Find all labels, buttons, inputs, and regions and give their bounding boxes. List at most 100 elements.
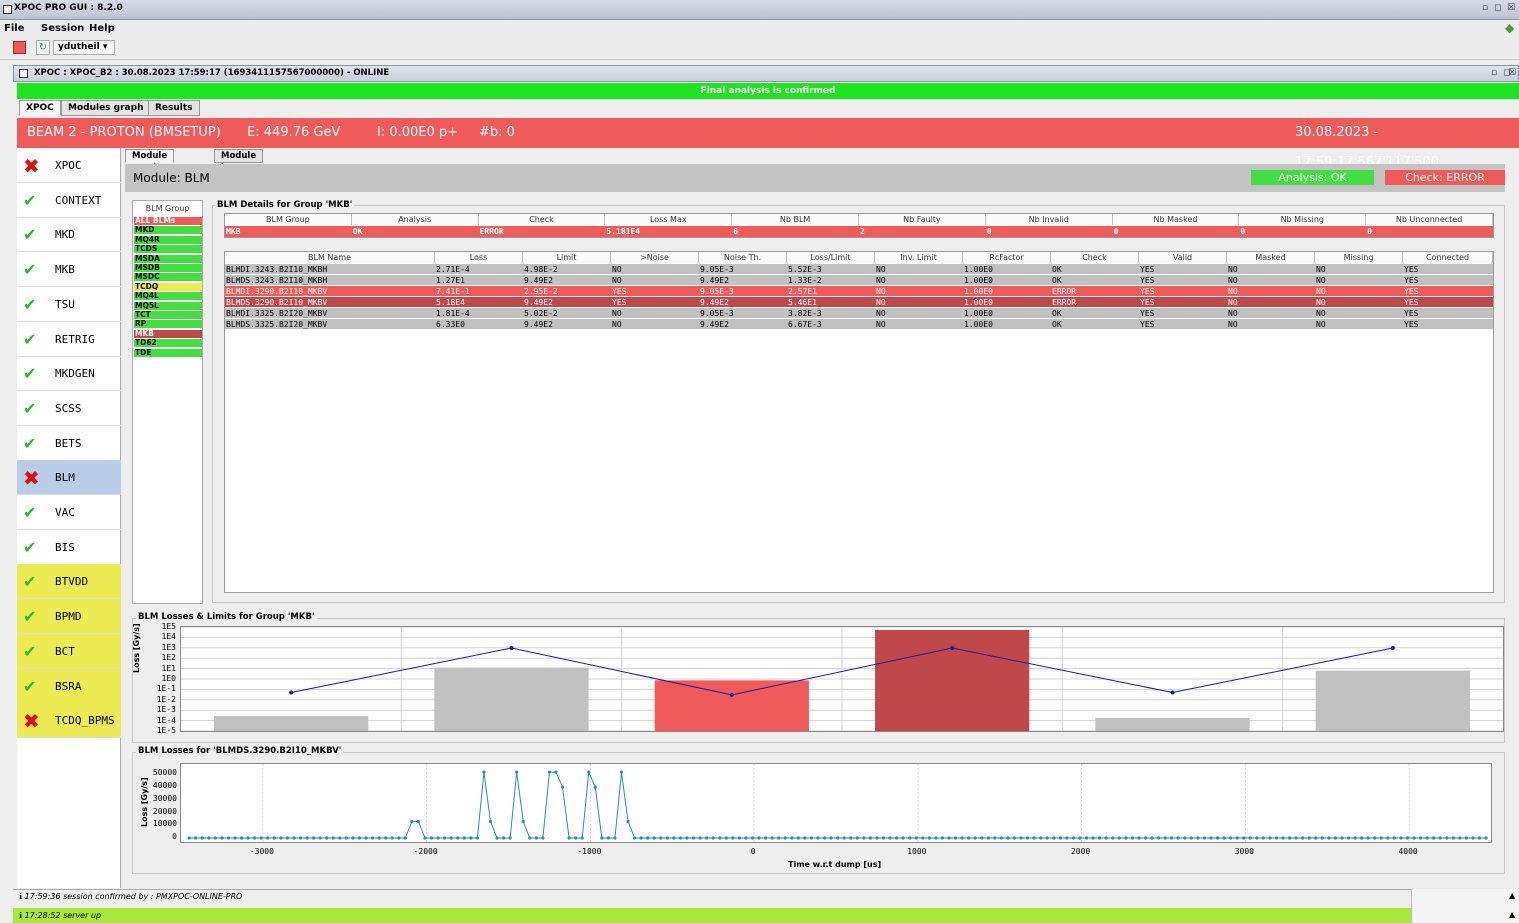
status-scrollbar[interactable]: ▲ ▲ xyxy=(1411,889,1519,923)
blm-group-item[interactable]: MSDC xyxy=(134,273,202,282)
refresh-icon[interactable]: ↻ xyxy=(36,40,50,55)
tab-module-log[interactable]: Module log xyxy=(214,149,264,173)
inner-close-icon[interactable]: ☒ xyxy=(1508,68,1516,78)
tab-results[interactable]: Results xyxy=(148,100,200,116)
sidebar-item-mkdgen[interactable]: ✔ MKDGEN xyxy=(17,356,121,392)
chart2-loss-point xyxy=(960,836,964,840)
user-dropdown[interactable]: ydutheil ▾ xyxy=(53,40,115,55)
maximize-icon[interactable]: ◻ xyxy=(1494,3,1501,13)
inner-restore-icon[interactable]: ▫ xyxy=(1491,68,1497,78)
blm-group-item[interactable]: TCDS xyxy=(134,245,202,254)
blm-column-header[interactable]: Loss/Limit xyxy=(787,252,875,263)
sidebar-item-mkb[interactable]: ✔ MKB xyxy=(17,252,121,288)
blm-group-item[interactable]: ALL BLMs xyxy=(134,217,202,225)
blm-table-cell: NO xyxy=(876,287,886,296)
summary-column-header[interactable]: Nb Unconnected xyxy=(1366,214,1493,225)
sidebar-item-bets[interactable]: ✔ BETS xyxy=(17,426,121,461)
blm-table-row[interactable]: BLMDS.3290.B2I10_MKBV 5.18E4 9.49E2 YES 9.49… xyxy=(225,297,1493,308)
chart2-loss-point xyxy=(855,836,859,840)
tab-modules-graph[interactable]: Modules graph xyxy=(61,100,151,116)
sidebar-item-blm[interactable]: ✖ BLM xyxy=(17,460,121,496)
chart1-bar[interactable] xyxy=(1315,670,1470,731)
chart1-bar[interactable] xyxy=(875,629,1030,731)
summary-column-header[interactable]: BLM Group xyxy=(225,214,352,225)
blm-column-header[interactable]: BLM Name xyxy=(225,252,435,263)
summary-column-header[interactable]: Analysis xyxy=(351,214,479,225)
power-icon[interactable] xyxy=(13,41,26,54)
tab-module-results[interactable]: Module results xyxy=(125,149,175,173)
blm-group-item[interactable]: MQ5L xyxy=(134,301,202,310)
scroll-up-icon-2[interactable]: ▲ xyxy=(1509,910,1515,919)
blm-table-cell: NO xyxy=(1228,309,1238,318)
window-menu-icon[interactable] xyxy=(3,5,12,14)
blm-table-row[interactable]: BLMDS.3325.B2I20_MKBV 6.33E0 9.49E2 NO 9.49E… xyxy=(225,319,1493,330)
summary-column-header[interactable]: Nb Invalid xyxy=(985,214,1113,225)
blm-group-item[interactable]: MKD xyxy=(134,226,202,235)
sidebar-item-context[interactable]: ✔ CONTEXT xyxy=(17,183,121,218)
blm-column-header[interactable]: Masked xyxy=(1227,252,1315,263)
sidebar-item-bis[interactable]: ✔ BIS xyxy=(17,530,121,565)
blm-column-header[interactable]: >Noise xyxy=(611,252,699,263)
summary-column-header[interactable]: Nb Faulty xyxy=(859,214,986,225)
sidebar-item-bpmd[interactable]: ✔ BPMD xyxy=(17,599,121,635)
blm-table-row[interactable]: BLMDI.3325.B2I20_MKBV 1.81E-4 5.02E-2 NO 9.0… xyxy=(225,308,1493,319)
blm-column-header[interactable]: Limit xyxy=(523,252,611,263)
chart1-bar[interactable] xyxy=(1095,717,1250,731)
blm-group-item[interactable]: MKB xyxy=(134,329,202,338)
blm-group-item[interactable]: TCT xyxy=(134,311,202,319)
menu-session[interactable]: Session xyxy=(41,23,84,34)
menu-file[interactable]: File xyxy=(4,23,24,34)
blm-table-row[interactable]: BLMDI.3243.B2I10_MKBH 2.71E-4 4.98E-2 NO 9.0… xyxy=(225,264,1493,275)
sidebar-item-bsra[interactable]: ✔ BSRA xyxy=(17,668,121,704)
chart1-bar[interactable] xyxy=(654,680,809,731)
menu-help[interactable]: Help xyxy=(89,23,115,34)
sidebar-item-mkd[interactable]: ✔ MKD xyxy=(17,217,121,253)
blm-column-header[interactable]: Valid xyxy=(1139,252,1227,263)
chart2-loss-point xyxy=(213,836,217,840)
blm-column-header[interactable]: Noise Th. xyxy=(699,252,787,263)
summary-column-header[interactable]: Nb BLM xyxy=(732,214,859,225)
sidebar-item-vac[interactable]: ✔ VAC xyxy=(17,495,121,530)
chart1-bar[interactable] xyxy=(214,716,369,731)
blm-group-item[interactable]: TD62 xyxy=(134,339,202,348)
summary-column-header[interactable]: Loss Max xyxy=(605,214,733,225)
sidebar-item-scss[interactable]: ✔ SCSS xyxy=(17,391,121,426)
blm-table-row[interactable]: BLMDI.3290.B2I10_MKBV 7.41E-1 2.95E-2 YES 9.… xyxy=(225,286,1493,297)
blm-column-header[interactable]: Check xyxy=(1051,252,1139,263)
close-icon[interactable]: ☒ xyxy=(1507,3,1515,13)
blm-column-header[interactable]: Connected xyxy=(1403,252,1493,263)
chart2-loss-point xyxy=(1170,836,1174,840)
sidebar-item-btvdd[interactable]: ✔ BTVDD xyxy=(17,564,121,600)
sidebar-item-tsu[interactable]: ✔ TSU xyxy=(17,287,121,322)
chart1-bar[interactable] xyxy=(434,667,589,731)
blm-table-cell: YES xyxy=(1140,309,1155,318)
app-title-bar: XPOC PRO GUI : 8.2.0 ▫ ◻ ☒ xyxy=(0,0,1519,20)
chart2-loss-point xyxy=(914,836,918,840)
blm-group-item[interactable]: TCDQ xyxy=(134,282,202,291)
summary-column-header[interactable]: Nb Masked xyxy=(1112,214,1240,225)
blm-group-item[interactable]: MSDB xyxy=(134,264,202,272)
summary-row[interactable]: MKB OK ERROR 5.181E4 6 2 0 0 0 0 xyxy=(225,226,1493,237)
blm-table-row[interactable]: BLMDS.3243.B2I10_MKBH 1.27E1 9.49E2 NO 9.49E… xyxy=(225,275,1493,286)
blm-column-header[interactable]: Missing xyxy=(1315,252,1403,263)
chart1-y-tick-label: 1E-5 xyxy=(156,726,176,735)
blm-group-item[interactable]: MQ4R xyxy=(134,235,202,244)
blm-column-header[interactable]: Inv. Limit xyxy=(875,252,963,263)
sidebar-item-bct[interactable]: ✔ BCT xyxy=(17,633,121,669)
blm-group-item[interactable]: RP xyxy=(134,320,202,329)
scroll-up-icon[interactable]: ▲ xyxy=(1509,891,1515,900)
summary-column-header[interactable]: Check xyxy=(478,214,606,225)
chart2-loss-point xyxy=(266,836,270,840)
blm-column-header[interactable]: RcFactor xyxy=(963,252,1051,263)
blm-column-header[interactable]: Loss xyxy=(435,252,523,263)
sidebar-item-retrig[interactable]: ✔ RETRIG xyxy=(17,322,121,357)
tab-xpoc[interactable]: XPOC xyxy=(19,100,61,116)
minimize-icon[interactable]: ▫ xyxy=(1482,3,1488,13)
blm-group-item[interactable]: MSDA xyxy=(134,254,202,263)
summary-column-header[interactable]: Nb Missing xyxy=(1239,214,1367,225)
inner-window-menu-icon[interactable] xyxy=(19,69,28,78)
blm-group-item[interactable]: TDE xyxy=(134,348,202,357)
sidebar-item-tcdq_bpms[interactable]: ✖ TCDQ_BPMS xyxy=(17,703,121,739)
blm-group-item[interactable]: MQ4L xyxy=(134,292,202,301)
sidebar-item-xpoc[interactable]: ✖ XPOC xyxy=(17,148,121,183)
